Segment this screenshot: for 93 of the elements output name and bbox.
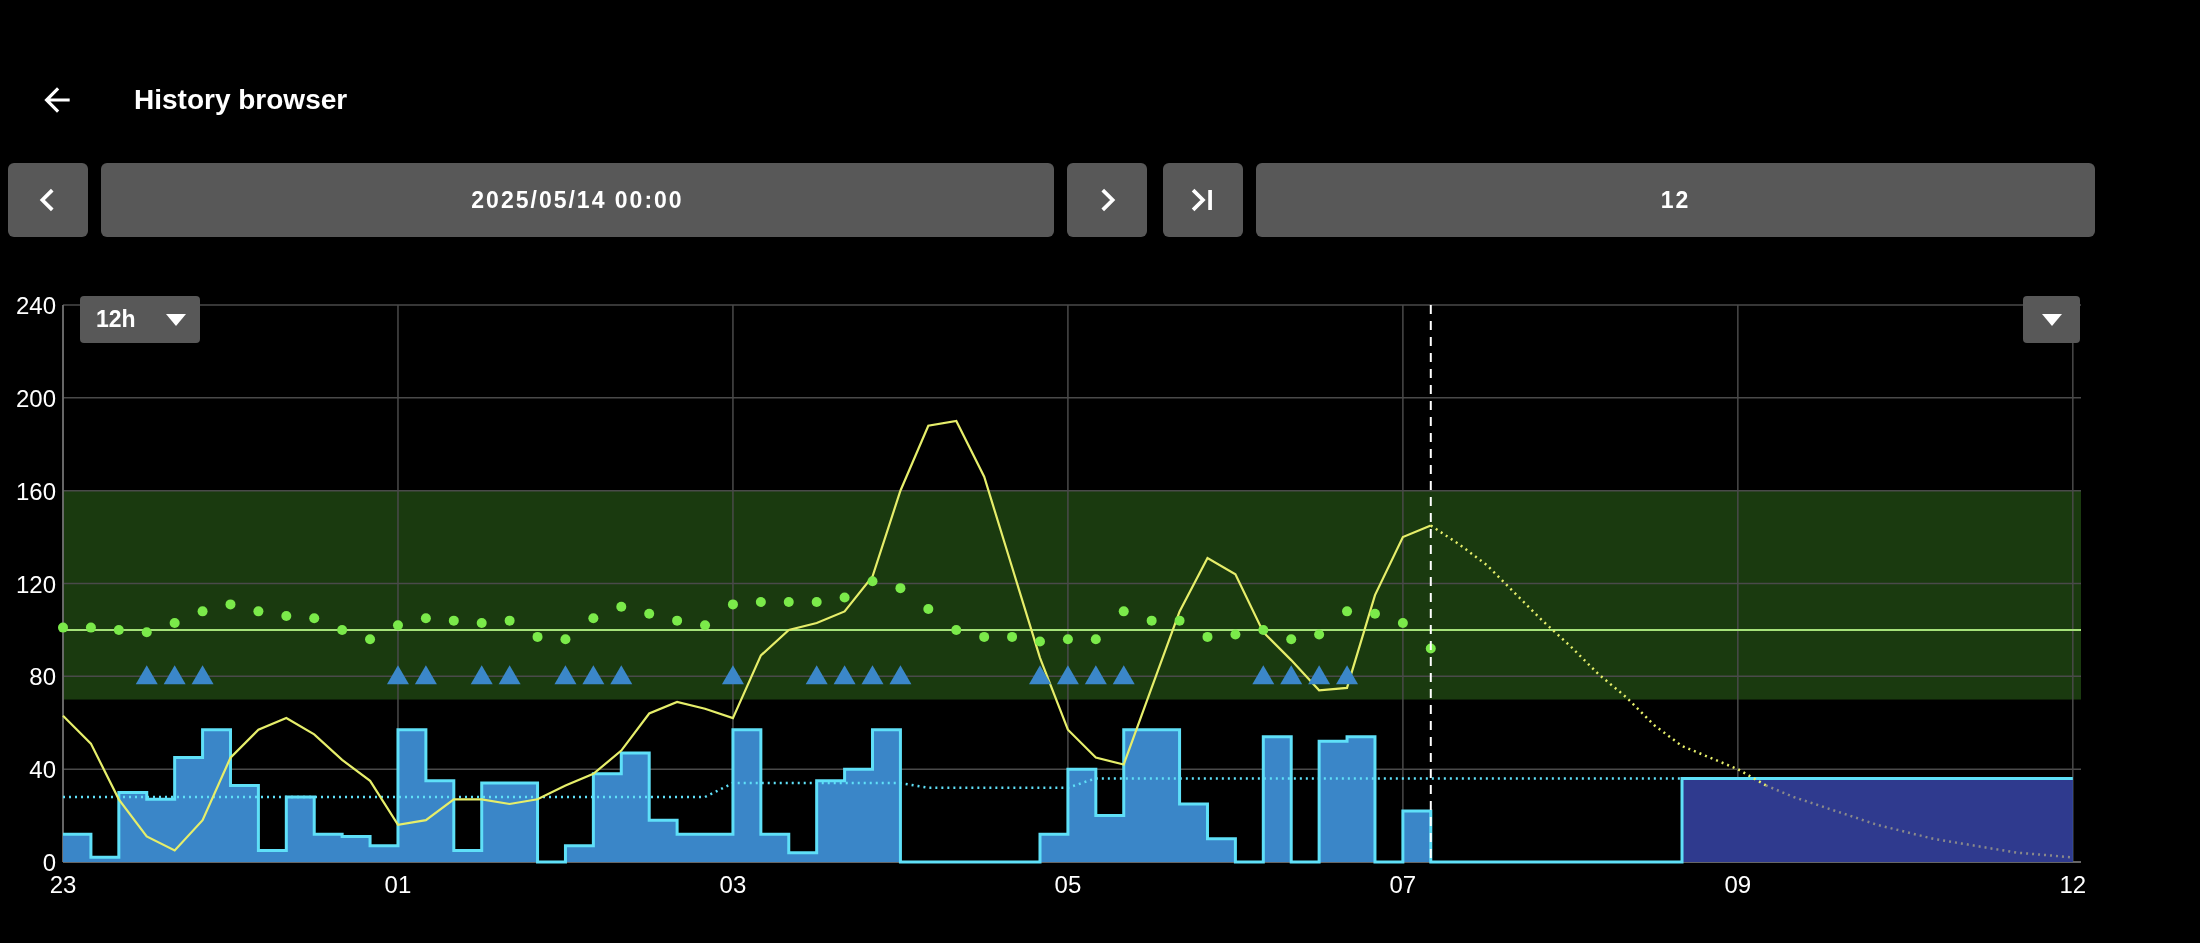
data-dot xyxy=(1230,629,1241,640)
triangle-marker xyxy=(721,665,744,685)
data-dot xyxy=(197,606,208,617)
data-dot xyxy=(839,592,850,603)
data-dot xyxy=(1425,643,1436,654)
triangle-marker xyxy=(1084,665,1107,685)
data-dot xyxy=(1258,624,1269,635)
data-dot xyxy=(1342,606,1353,617)
triangle-marker xyxy=(498,665,521,685)
data-dot xyxy=(420,613,431,624)
data-dot xyxy=(365,634,376,645)
range-button[interactable]: 12 xyxy=(1256,163,2095,237)
triangle-marker xyxy=(470,665,493,685)
data-dot xyxy=(588,613,599,624)
data-dot xyxy=(616,601,627,612)
data-dot xyxy=(1062,634,1073,645)
y-axis-label: 200 xyxy=(15,384,56,412)
triangle-marker xyxy=(386,665,409,685)
y-axis-label: 40 xyxy=(29,756,56,784)
data-dot xyxy=(169,617,180,628)
y-axis-label: 120 xyxy=(15,570,56,598)
page-title: History browser xyxy=(134,84,348,116)
y-axis-label: 80 xyxy=(29,663,56,691)
y-axis-label: 240 xyxy=(15,292,56,319)
triangle-marker xyxy=(582,665,605,685)
data-dot xyxy=(392,620,403,631)
x-axis-label: 01 xyxy=(384,871,412,898)
triangle-marker xyxy=(610,665,633,685)
data-dot xyxy=(1146,615,1157,626)
data-dot xyxy=(1118,606,1129,617)
triangle-marker xyxy=(1252,665,1275,685)
data-dot xyxy=(337,624,348,635)
data-dot xyxy=(727,599,738,610)
triangle-marker xyxy=(833,665,856,685)
data-dot xyxy=(532,631,543,642)
data-dot xyxy=(141,627,152,638)
data-dot xyxy=(85,622,96,633)
triangle-marker xyxy=(163,665,186,685)
data-dot xyxy=(979,631,990,642)
triangle-marker xyxy=(1056,665,1079,685)
data-dot xyxy=(867,576,878,587)
data-dot xyxy=(225,599,236,610)
triangle-marker xyxy=(191,665,214,685)
triangle-marker xyxy=(1336,665,1359,685)
data-dot xyxy=(951,624,962,635)
data-dot xyxy=(309,613,320,624)
triangle-marker xyxy=(135,665,158,685)
data-dot xyxy=(755,597,766,608)
data-dot xyxy=(448,615,459,626)
data-dot xyxy=(672,615,683,626)
data-dot xyxy=(281,611,292,621)
x-axis-label: 03 xyxy=(719,871,747,898)
triangle-marker xyxy=(861,665,884,685)
triangle-marker xyxy=(1112,665,1135,685)
data-dot xyxy=(1397,617,1408,628)
data-dot xyxy=(1007,631,1018,642)
data-dot xyxy=(700,620,710,631)
data-dot xyxy=(1314,629,1325,640)
triangle-marker xyxy=(889,665,912,685)
range-dropdown[interactable]: 12h xyxy=(80,296,200,343)
data-dot xyxy=(476,617,487,628)
data-dot xyxy=(113,624,124,635)
x-axis-label: 12 xyxy=(2059,871,2087,898)
data-dot xyxy=(253,606,264,617)
caret-down-icon xyxy=(164,312,188,327)
triangle-marker xyxy=(554,665,577,685)
triangle-marker xyxy=(1308,665,1331,685)
caret-down-icon xyxy=(2039,312,2064,327)
x-axis-label: 09 xyxy=(1724,871,1752,898)
jump-to-end-button[interactable] xyxy=(1163,163,1243,237)
options-dropdown-button[interactable] xyxy=(2023,296,2080,343)
data-dot xyxy=(1369,608,1380,619)
data-dot xyxy=(783,597,794,608)
data-dot xyxy=(811,597,822,608)
triangle-marker xyxy=(414,665,437,685)
data-dot xyxy=(58,622,68,633)
triangle-marker xyxy=(1280,665,1303,685)
data-dot xyxy=(1035,636,1045,647)
data-dot xyxy=(560,634,571,645)
x-axis-label: 07 xyxy=(1389,871,1417,898)
data-dot xyxy=(644,608,655,619)
y-axis-label: 160 xyxy=(15,477,56,505)
data-dot xyxy=(504,615,515,626)
data-dot xyxy=(1090,634,1101,645)
triangle-marker xyxy=(805,665,828,685)
data-dot xyxy=(1202,631,1213,642)
data-dot xyxy=(923,604,934,615)
data-dot xyxy=(895,583,906,594)
x-axis-label: 05 xyxy=(1054,871,1082,898)
triangle-marker xyxy=(1029,665,1051,685)
date-button[interactable]: 2025/05/14 00:00 xyxy=(101,163,1054,237)
data-dot xyxy=(1174,615,1185,626)
data-dot xyxy=(1286,634,1297,645)
